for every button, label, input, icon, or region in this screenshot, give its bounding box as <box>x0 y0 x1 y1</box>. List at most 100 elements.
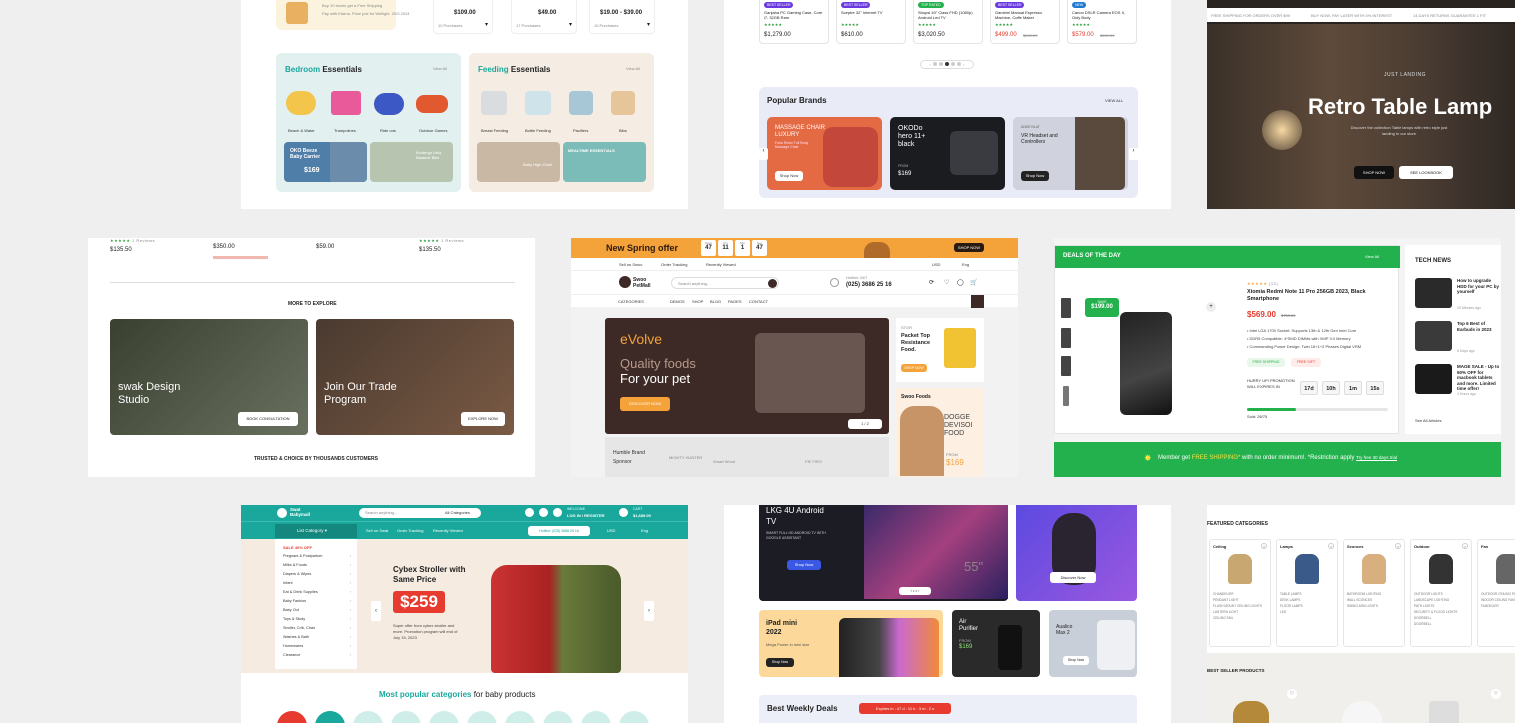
nav-toggle[interactable] <box>971 295 984 308</box>
open-icon[interactable]: › <box>1462 543 1468 549</box>
search-input[interactable]: Search anything... <box>671 277 779 289</box>
subcategory-link[interactable]: SECURITY & FLOOD LIGHTS <box>1414 610 1457 614</box>
ipad-banner[interactable]: iPad mini 2022 Mega Power in mini size S… <box>759 610 943 677</box>
category-label[interactable]: Beach & Water <box>288 128 315 133</box>
category-label[interactable]: Bottle Feeding <box>525 128 551 133</box>
search-icon[interactable] <box>768 279 777 288</box>
mealtime-promo[interactable]: MEALTIME ESSENTIALS <box>563 142 646 182</box>
subcategory-link[interactable]: PENDANT LIGHT <box>1213 598 1238 602</box>
bestseller-prev-button[interactable]: ♡ <box>1287 689 1297 699</box>
balance-bike-promo[interactable]: Kindergo Uniq Balance Bike <box>370 142 453 182</box>
shop-now-button[interactable]: Shop Now <box>766 658 794 667</box>
view-all-link[interactable]: View All <box>433 66 447 71</box>
product-name[interactable]: Sceptre 32" Internet TV <box>841 10 903 15</box>
nav-item[interactable]: Recently Viewed <box>433 528 463 533</box>
product-name[interactable]: Canon DSLR Camera EOS II, Only Body <box>1072 10 1134 20</box>
cart-icon[interactable]: 🛒 <box>970 279 977 286</box>
subcategory-link[interactable]: LED <box>1280 610 1286 614</box>
trade-program-card[interactable]: Join Our Trade Program EXPLORE NOW <box>316 319 514 435</box>
news-thumbnail[interactable] <box>1415 278 1452 308</box>
subcategory-link[interactable]: INDOOR CEILING FANS <box>1481 598 1515 602</box>
shop-now-button[interactable]: Shop Now <box>1021 171 1049 181</box>
carousel-next-button[interactable]: › <box>1129 148 1138 160</box>
category-card[interactable]: Outdoor › OUTDOOR LIGHTS LANDSCAPE LIGHTING… <box>1410 539 1472 647</box>
nav-item[interactable]: PAGES <box>728 299 742 304</box>
category-item[interactable]: Toys & Study › <box>283 617 351 625</box>
news-thumbnail[interactable] <box>1415 364 1452 394</box>
currency-select[interactable]: USD <box>607 528 615 533</box>
product-card[interactable]: TOP RATED Shopsi 40" Class FHD (1080p) An… <box>913 0 983 44</box>
product-card[interactable]: $19.00 - $39.00 10 Purchases ▾ <box>589 0 655 34</box>
all-categories-select[interactable]: All Categories <box>445 510 470 515</box>
product-title[interactable]: Xiomia Redmi Note 11 Pro 256GB 2023, Bla… <box>1247 289 1387 303</box>
product-card[interactable]: BEST SELLER Sceptre 32" Internet TV ★★★★★ $… <box>836 0 906 44</box>
explore-now-button[interactable]: EXPLORE NOW <box>461 412 505 426</box>
category-circle[interactable] <box>277 711 307 723</box>
list-category-button[interactable]: List Category ▾ <box>275 524 357 538</box>
cart-total[interactable]: $1,689.00 <box>633 513 651 518</box>
subcategory-link[interactable]: FLOOR LAMPS <box>1280 604 1303 608</box>
sale-label[interactable]: SALE 40% OFF <box>283 545 312 550</box>
massage-chair-promo[interactable]: MASSAGE CHAIR LUXURY Fuka Relax Full Bod… <box>767 117 882 190</box>
category-card[interactable]: Fan›OUTDOOR CEILING FANSINDOOR CEILING F… <box>1477 539 1515 647</box>
carousel-pager[interactable]: ‹ › <box>920 60 974 69</box>
thumbnail[interactable] <box>1061 356 1071 376</box>
news-thumbnail[interactable] <box>1415 321 1452 351</box>
book-consultation-button[interactable]: BOOK CONSULTATION <box>238 412 298 426</box>
category-label[interactable]: Trampolines <box>334 128 356 133</box>
open-icon[interactable]: › <box>1395 543 1401 549</box>
member-banner[interactable]: ✸ Member get FREE SHIPPING* with no orde… <box>1054 442 1501 477</box>
view-all-link[interactable]: VIEW ALL <box>1105 98 1123 103</box>
hero-next-button[interactable]: › <box>644 601 654 621</box>
category-item[interactable]: Pregnant & Postpartum › <box>283 554 351 562</box>
washer-banner[interactable]: Aualico Max 2 Shop Now <box>1049 610 1137 677</box>
news-title[interactable]: How to upgrade HDD for your PC by yourse… <box>1457 278 1501 295</box>
subcategory-link[interactable]: FLUSH MOUNT CEILING LIGHTS <box>1213 604 1262 608</box>
product-card[interactable]: $49.00 17 Purchases ▾ <box>511 0 577 34</box>
category-item[interactable]: Baby Out › <box>283 608 351 616</box>
nav-item[interactable]: Order Tracking <box>397 528 423 533</box>
shop-now-button[interactable]: SHOP NOW <box>901 364 927 372</box>
hero-pager[interactable]: 1 / 2 <box>848 419 882 429</box>
category-circle[interactable] <box>467 711 497 723</box>
hero-banner[interactable]: eVolve Quality foods For your pet DISCOV… <box>605 318 889 434</box>
category-circle[interactable] <box>315 711 345 723</box>
logo-text[interactable]: Swat Babymall <box>290 507 314 517</box>
nav-item[interactable]: CONTACT <box>749 299 768 304</box>
brand-logo[interactable]: MIGHTY HUNTER <box>669 455 702 460</box>
baby-carrier-promo[interactable]: OKO Beeze Baby Carrier $169 <box>284 142 367 182</box>
compare-icon[interactable]: ⟳ <box>929 279 934 286</box>
cart-icon[interactable]: ▾ <box>647 21 650 28</box>
compare-icon[interactable] <box>525 508 534 517</box>
tv-banner[interactable]: LKG 4U Android TV SMART FULL HD ANDROID … <box>759 505 1008 601</box>
trial-link[interactable]: Try free 30 days trial <box>1356 455 1397 460</box>
shop-now-button[interactable]: Shop Now <box>775 171 803 181</box>
category-label[interactable]: Bibs <box>619 128 627 133</box>
category-label[interactable]: Outdoor Games <box>419 128 447 133</box>
brand-logo[interactable]: FIE FIRO <box>805 459 822 464</box>
cart-icon[interactable]: ▾ <box>569 21 572 28</box>
language-select[interactable]: Eng <box>962 262 969 267</box>
thumbnail[interactable] <box>1061 328 1071 348</box>
subcategory-link[interactable]: FANDELIER <box>1481 604 1499 608</box>
user-icon[interactable] <box>553 508 562 517</box>
swatch-row[interactable] <box>213 256 268 259</box>
subcategory-link[interactable]: TABLE LAMPS <box>1280 592 1302 596</box>
category-card[interactable]: Lamps › TABLE LAMPS DESK LAMPS FLOOR LAMPS LE… <box>1276 539 1338 647</box>
category-label[interactable]: Pacifiers <box>573 128 588 133</box>
shop-now-button[interactable]: SHOP NOW <box>954 243 984 252</box>
top-link[interactable]: Order Tracking <box>661 262 687 267</box>
category-circle[interactable] <box>353 711 383 723</box>
nav-item[interactable]: BLOG <box>710 299 721 304</box>
brand-logo[interactable]: Smart Wood <box>713 459 735 464</box>
air-purifier-banner[interactable]: Air Purifier FROM $169 <box>952 610 1040 677</box>
shop-now-button[interactable]: SHOP NOW <box>1354 166 1394 179</box>
category-circle[interactable] <box>619 711 649 723</box>
discover-now-button[interactable]: Discover Now <box>1050 572 1096 583</box>
login-link[interactable]: LOG IN / REGISTER <box>567 513 605 518</box>
shop-now-button[interactable]: Shop Now <box>787 560 821 570</box>
subcategory-link[interactable]: PATH LIGHTS <box>1414 604 1434 608</box>
category-item[interactable]: Milks & Foods › <box>283 563 351 571</box>
category-item[interactable]: Stroller, Crib, Chair › <box>283 626 351 634</box>
top-link[interactable]: Sell on Swoo <box>619 262 642 267</box>
